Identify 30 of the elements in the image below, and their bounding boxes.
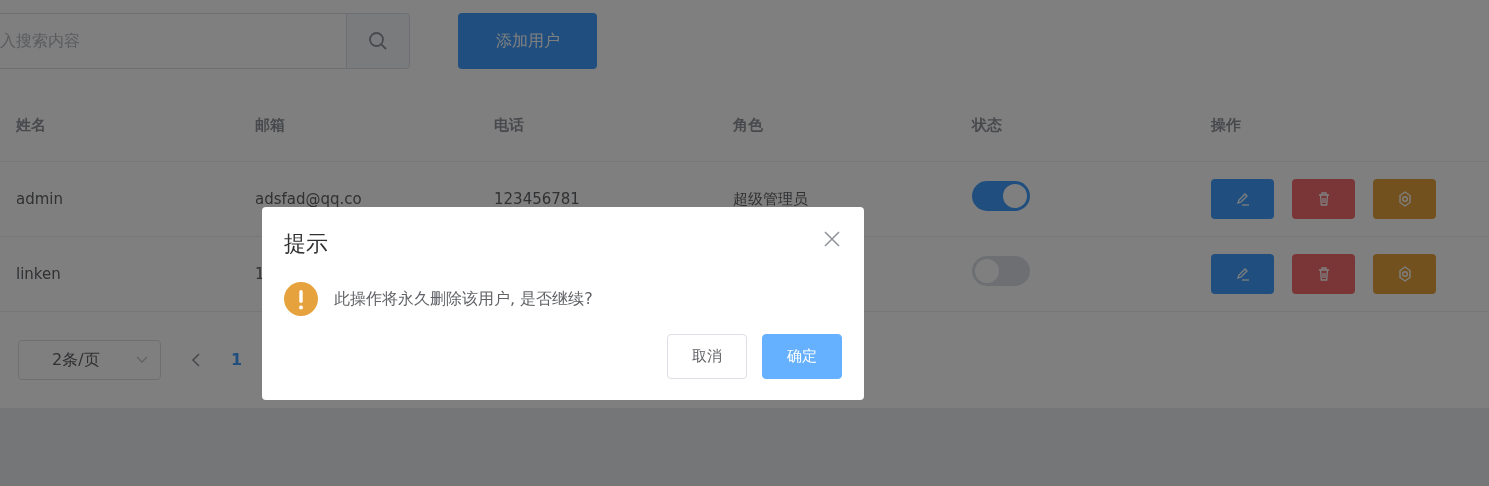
- table-cell: 123456781: [494, 189, 580, 208]
- table-cell: adsfad@qq.co: [255, 189, 362, 208]
- page-number[interactable]: 1: [231, 347, 243, 372]
- edit-button[interactable]: [1211, 179, 1274, 219]
- table-cell: 超级管理员: [733, 189, 808, 208]
- delete-button[interactable]: [1292, 254, 1355, 294]
- search-icon: [368, 31, 388, 51]
- settings-icon: [1396, 266, 1413, 282]
- chevron-down-icon: [136, 355, 148, 364]
- search-button[interactable]: [346, 13, 410, 69]
- settings-button[interactable]: [1373, 179, 1436, 219]
- settings-button[interactable]: [1373, 254, 1436, 294]
- page-size-select[interactable]: 2条/页: [18, 339, 161, 380]
- table-cell: 1: [255, 264, 265, 283]
- cancel-button[interactable]: 取消: [667, 334, 747, 379]
- pencil-icon: [1234, 191, 1251, 207]
- table-cell: admin: [16, 189, 63, 208]
- add-user-button[interactable]: 添加用户: [458, 13, 597, 69]
- delete-button[interactable]: [1292, 179, 1355, 219]
- toggle-switch[interactable]: [972, 180, 1030, 211]
- close-button[interactable]: [824, 231, 840, 247]
- table-cell: linken: [16, 264, 61, 283]
- dialog-title: 提示: [284, 230, 328, 258]
- confirm-button[interactable]: 确定: [762, 334, 842, 379]
- edit-button[interactable]: [1211, 254, 1274, 294]
- pencil-icon: [1234, 266, 1251, 282]
- settings-icon: [1396, 191, 1413, 207]
- dialog-message: 此操作将永久删除该用户, 是否继续?: [334, 288, 593, 310]
- close-icon: [824, 231, 840, 247]
- warning-icon: [284, 282, 318, 316]
